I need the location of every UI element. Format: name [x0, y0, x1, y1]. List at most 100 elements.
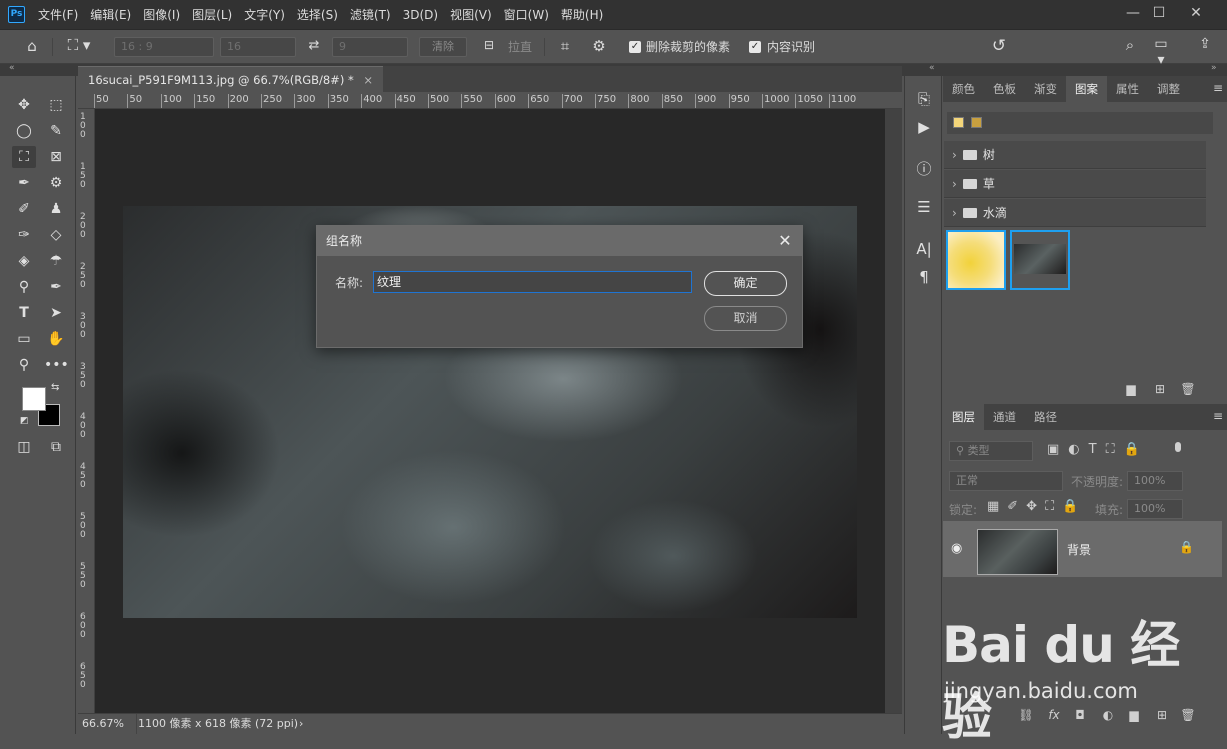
history-panel-icon[interactable]: ⎘ [913, 88, 935, 110]
zoom-level[interactable]: 66.67% [82, 714, 124, 734]
tab-layers[interactable]: 图层 [943, 404, 984, 430]
swap-icon[interactable]: ⇄ [304, 38, 324, 53]
panel-menu-icon[interactable]: ≡ [1213, 409, 1223, 423]
info-panel-icon[interactable]: ⓘ [913, 158, 935, 180]
default-colors-icon[interactable]: ◩ [20, 416, 29, 426]
history-brush-tool-icon[interactable]: ✑ [12, 224, 36, 246]
actions-panel-icon[interactable]: ▶ [913, 116, 935, 138]
path-select-tool-icon[interactable]: ➤ [44, 302, 68, 324]
pattern-thumbnail-texture[interactable] [1010, 230, 1070, 290]
collapse-left-icon[interactable]: « [9, 63, 15, 73]
close-window-button[interactable]: ✕ [1180, 0, 1212, 26]
brush-tool-icon[interactable]: ✐ [12, 198, 36, 220]
close-tab-icon[interactable]: × [363, 73, 373, 87]
menu-image[interactable]: 图像(I) [137, 0, 186, 30]
quick-select-tool-icon[interactable]: ✎ [44, 120, 68, 142]
straighten-label[interactable]: 拉直 [508, 38, 532, 56]
panel-menu-icon[interactable]: ≡ [1213, 81, 1223, 95]
layer-name[interactable]: 背景 [1067, 541, 1091, 558]
crop-tool-icon[interactable]: ⛶ [12, 146, 36, 168]
dodge-tool-icon[interactable]: ⚲ [12, 276, 36, 298]
tab-color[interactable]: 颜色 [943, 76, 984, 102]
menu-select[interactable]: 选择(S) [291, 0, 344, 30]
blend-mode-select[interactable]: 正常 [949, 471, 1063, 491]
menu-type[interactable]: 文字(Y) [238, 0, 291, 30]
home-icon[interactable]: ⌂ [20, 37, 44, 57]
tab-paths[interactable]: 路径 [1025, 404, 1066, 430]
new-group-folder-icon[interactable]: ▆ [1122, 382, 1140, 396]
menu-3d[interactable]: 3D(D) [397, 0, 444, 30]
maximize-button[interactable]: ☐ [1143, 0, 1175, 26]
reset-icon[interactable]: ↺ [988, 36, 1010, 56]
paragraph-panel-icon[interactable]: ¶ [913, 266, 935, 288]
move-tool-icon[interactable]: ✥ [12, 94, 36, 116]
expand-chevron-icon[interactable]: › [952, 148, 957, 162]
menu-window[interactable]: 窗口(W) [498, 0, 555, 30]
tab-properties[interactable]: 属性 [1107, 76, 1148, 102]
quick-mask-icon[interactable]: ◫ [12, 436, 36, 458]
pen-tool-icon[interactable]: ✒ [44, 276, 68, 298]
hand-tool-icon[interactable]: ✋ [44, 328, 68, 350]
fill-field[interactable]: 100% [1127, 499, 1183, 519]
zoom-tool-icon[interactable]: ⚲ [12, 354, 36, 376]
menu-layer[interactable]: 图层(L) [186, 0, 238, 30]
foreground-color-swatch[interactable] [22, 387, 46, 411]
lasso-tool-icon[interactable]: ◯ [12, 120, 36, 142]
share-icon[interactable]: ⇪ [1195, 36, 1215, 52]
marquee-tool-icon[interactable]: ⬚ [44, 94, 68, 116]
tool-presets-icon[interactable]: ☰ [913, 196, 935, 218]
eraser-tool-icon[interactable]: ◇ [44, 224, 68, 246]
straighten-icon[interactable]: ⊟ [480, 38, 498, 52]
delete-trash-icon[interactable]: 🗑 [1179, 382, 1197, 396]
overlay-grid-icon[interactable]: ⌗ [554, 37, 576, 55]
delete-cropped-checkbox[interactable]: ✓ [629, 41, 641, 53]
recent-pattern-swatch[interactable] [971, 117, 982, 128]
rectangle-tool-icon[interactable]: ▭ [12, 328, 36, 350]
pattern-group-grass[interactable]: › 草 [944, 170, 1206, 198]
menu-view[interactable]: 视图(V) [444, 0, 498, 30]
blur-tool-icon[interactable]: ☂ [44, 250, 68, 272]
character-panel-icon[interactable]: A| [913, 238, 935, 260]
tab-patterns[interactable]: 图案 [1066, 76, 1107, 102]
pattern-group-waterdrop[interactable]: › 水滴 [944, 199, 1206, 227]
tab-channels[interactable]: 通道 [984, 404, 1025, 430]
ratio-select[interactable]: 16 : 9 [114, 37, 214, 57]
tab-gradients[interactable]: 渐变 [1025, 76, 1066, 102]
search-icon[interactable]: ⌕ [1120, 36, 1140, 54]
layer-filter-select[interactable]: ⚲ 类型 [949, 441, 1033, 461]
frame-tool-icon[interactable]: ⊠ [44, 146, 68, 168]
type-tool-icon[interactable]: T [12, 302, 36, 324]
clear-button[interactable]: 清除 [419, 37, 467, 57]
expand-chevron-icon[interactable]: › [952, 206, 957, 220]
menu-filter[interactable]: 滤镜(T) [344, 0, 397, 30]
menu-file[interactable]: 文件(F) [32, 0, 84, 30]
eyedropper-tool-icon[interactable]: ✒ [12, 172, 36, 194]
ok-button[interactable]: 确定 [704, 271, 787, 296]
tab-adjustments[interactable]: 调整 [1148, 76, 1189, 102]
healing-tool-icon[interactable]: ⚙ [44, 172, 68, 194]
swap-colors-icon[interactable]: ⇆ [51, 382, 59, 393]
recent-pattern-swatch[interactable] [953, 117, 964, 128]
layer-row[interactable]: ◉ 背景 🔒 [943, 521, 1222, 577]
more-tools-icon[interactable]: ••• [44, 354, 69, 376]
new-pattern-icon[interactable]: ⊞ [1151, 382, 1169, 396]
filter-toggle-icon[interactable] [1175, 442, 1181, 452]
stamp-tool-icon[interactable]: ♟ [44, 198, 68, 220]
menu-edit[interactable]: 编辑(E) [84, 0, 137, 30]
dialog-close-icon[interactable]: ✕ [776, 226, 794, 256]
menu-help[interactable]: 帮助(H) [555, 0, 609, 30]
document-tab[interactable]: 16sucai_P591F9M113.jpg @ 66.7%(RGB/8#) *… [78, 66, 384, 92]
gear-icon[interactable]: ⚙ [588, 37, 610, 55]
content-aware-checkbox[interactable]: ✓ [749, 41, 761, 53]
group-name-input[interactable]: 纹理 [373, 271, 692, 293]
expand-chevron-icon[interactable]: › [952, 177, 957, 191]
tab-swatches[interactable]: 色板 [984, 76, 1025, 102]
lock-icons[interactable]: ▦✐✥⛶🔒 [987, 499, 1086, 514]
collapse-dock-icon[interactable]: « [929, 63, 935, 73]
collapse-right-icon[interactable]: » [1211, 63, 1217, 73]
eye-visibility-icon[interactable]: ◉ [951, 541, 962, 556]
crop-width-field[interactable]: 16 [220, 37, 296, 57]
opacity-field[interactable]: 100% [1127, 471, 1183, 491]
crop-height-field[interactable]: 9 [332, 37, 408, 57]
screen-mode-icon[interactable]: ⧉ [44, 436, 68, 458]
